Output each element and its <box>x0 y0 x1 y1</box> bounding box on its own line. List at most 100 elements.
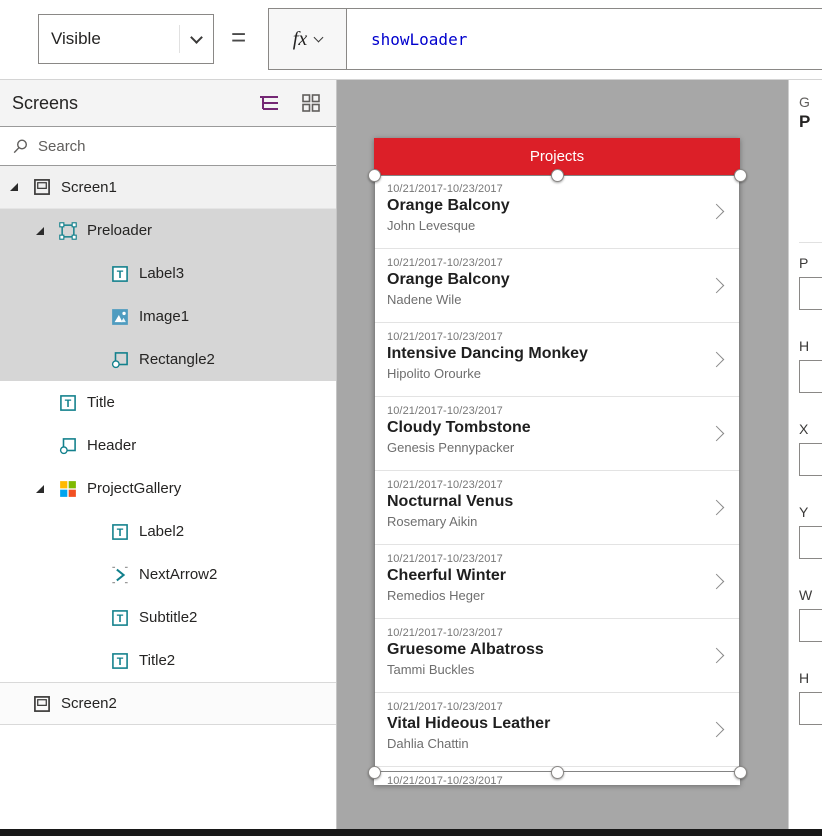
selection-handle[interactable] <box>368 766 381 779</box>
tree-row-label: Preloader <box>87 222 152 239</box>
gallery-item-date: 10/21/2017-10/23/2017 <box>387 479 696 491</box>
property-field-input[interactable] <box>799 443 822 476</box>
chevron-down-icon <box>190 31 203 44</box>
selection-handle[interactable] <box>368 169 381 182</box>
property-field-input[interactable] <box>799 277 822 310</box>
properties-panel-title: P <box>799 112 810 132</box>
tree-row[interactable]: NextArrow2 <box>0 553 336 596</box>
chevron-right-icon[interactable] <box>709 722 725 738</box>
expand-triangle-icon[interactable] <box>36 227 58 235</box>
gallery-icon <box>58 479 77 498</box>
property-dropdown-value: Visible <box>51 29 101 49</box>
search-input[interactable] <box>38 138 324 155</box>
chevron-right-icon[interactable] <box>709 574 725 590</box>
design-canvas[interactable]: Projects 10/21/2017-10/23/2017 Orange Ba… <box>337 80 788 829</box>
gallery-item-title: Gruesome Albatross <box>387 641 696 659</box>
selection-handle[interactable] <box>734 766 747 779</box>
image-icon <box>110 307 129 326</box>
gallery-item-date: 10/21/2017-10/23/2017 <box>387 331 696 343</box>
tree-row[interactable]: ProjectGallery <box>0 467 336 510</box>
chevron-right-icon[interactable] <box>709 426 725 442</box>
project-gallery[interactable]: 10/21/2017-10/23/2017 Orange Balcony Joh… <box>374 175 740 785</box>
gallery-item-subtitle: Rosemary Aikin <box>387 514 696 529</box>
gallery-item-title: Orange Balcony <box>387 271 696 289</box>
property-field-input[interactable] <box>799 692 822 725</box>
property-field: H <box>799 338 822 393</box>
expand-triangle-icon[interactable] <box>10 183 32 191</box>
property-field-label: W <box>799 587 822 603</box>
app-screen-preview: Projects 10/21/2017-10/23/2017 Orange Ba… <box>374 138 740 785</box>
property-dropdown[interactable]: Visible <box>38 14 214 64</box>
gallery-item-date: 10/21/2017-10/23/2017 <box>387 257 696 269</box>
gallery-item-date: 10/21/2017-10/23/2017 <box>387 775 696 785</box>
tree-row[interactable]: Screen1 <box>0 166 336 209</box>
property-field: X <box>799 421 822 476</box>
tree-row-label: Subtitle2 <box>139 609 197 626</box>
screens-panel: Screens Screen1 Preloader <box>0 80 337 829</box>
gallery-item-subtitle: Genesis Pennypacker <box>387 440 696 455</box>
expand-triangle-icon[interactable] <box>36 485 58 493</box>
tree-row[interactable]: Rectangle2 <box>0 338 336 381</box>
tree-row[interactable]: T Title2 <box>0 639 336 682</box>
svg-text:T: T <box>116 613 123 625</box>
tree-row-label: Image1 <box>139 308 189 325</box>
panel-divider <box>799 242 822 243</box>
tree-row[interactable]: Screen2 <box>0 682 336 725</box>
formula-input[interactable]: showLoader <box>347 9 822 69</box>
property-field-input[interactable] <box>799 360 822 393</box>
tree-row[interactable]: T Label2 <box>0 510 336 553</box>
gallery-item-title: Cloudy Tombstone <box>387 419 696 437</box>
tree-row[interactable]: Preloader <box>0 209 336 252</box>
dropdown-separator <box>179 25 180 53</box>
fx-dropdown[interactable]: fx <box>269 9 347 69</box>
gallery-item[interactable]: 10/21/2017-10/23/2017 Nocturnal Venus Ro… <box>374 471 740 545</box>
property-field-label: H <box>799 338 822 354</box>
property-field-label: Y <box>799 504 822 520</box>
screens-panel-header: Screens <box>0 80 336 126</box>
gallery-item[interactable]: 10/21/2017-10/23/2017 Cheerful Winter Re… <box>374 545 740 619</box>
property-field-input[interactable] <box>799 526 822 559</box>
gallery-item-title: Orange Balcony <box>387 197 696 215</box>
gallery-item[interactable]: 10/21/2017-10/23/2017 Intensive Dancing … <box>374 323 740 397</box>
gallery-item-title: Nocturnal Venus <box>387 493 696 511</box>
tree-row[interactable]: Image1 <box>0 295 336 338</box>
tree-view-icon[interactable] <box>256 91 282 115</box>
tree-row[interactable]: T Subtitle2 <box>0 596 336 639</box>
tree-row[interactable]: T Title <box>0 381 336 424</box>
grid-view-icon[interactable] <box>298 91 324 115</box>
chevron-right-icon[interactable] <box>709 278 725 294</box>
tree-row[interactable]: T Label3 <box>0 252 336 295</box>
gallery-item[interactable]: 10/21/2017-10/23/2017 Vital Hideous Leat… <box>374 693 740 767</box>
properties-panel: G P P H X Y W H <box>788 80 822 829</box>
svg-text:T: T <box>116 656 123 668</box>
chevron-right-icon[interactable] <box>709 204 725 220</box>
chevron-right-icon[interactable] <box>709 352 725 368</box>
property-field: P <box>799 255 822 310</box>
screens-panel-title: Screens <box>12 93 78 114</box>
chevron-right-icon[interactable] <box>709 500 725 516</box>
bottom-bar <box>0 829 822 836</box>
gallery-item[interactable]: 10/21/2017-10/23/2017 Orange Balcony Joh… <box>374 175 740 249</box>
gallery-item-title: Vital Hideous Leather <box>387 715 696 733</box>
selection-handle[interactable] <box>551 766 564 779</box>
gallery-item[interactable]: 10/21/2017-10/23/2017 Gruesome Albatross… <box>374 619 740 693</box>
screen-icon <box>32 694 51 713</box>
tree-row-label: Screen1 <box>61 179 117 196</box>
selection-handle[interactable] <box>734 169 747 182</box>
selection-handle[interactable] <box>551 169 564 182</box>
gallery-item-subtitle: Remedios Heger <box>387 588 696 603</box>
tree-row[interactable]: Header <box>0 424 336 467</box>
property-field-input[interactable] <box>799 609 822 642</box>
gallery-item[interactable]: 10/21/2017-10/23/2017 Orange Balcony Nad… <box>374 249 740 323</box>
label-icon: T <box>110 264 129 283</box>
property-field: H <box>799 670 822 725</box>
gallery-item-date: 10/21/2017-10/23/2017 <box>387 553 696 565</box>
tree-row-label: Header <box>87 437 136 454</box>
property-field-label: P <box>799 255 822 271</box>
chevron-right-icon[interactable] <box>709 648 725 664</box>
gallery-item[interactable]: 10/21/2017-10/23/2017 Cloudy Tombstone G… <box>374 397 740 471</box>
search-icon <box>12 138 29 155</box>
formula-input-group: fx showLoader <box>268 8 822 70</box>
gallery-item-subtitle: Tammi Buckles <box>387 662 696 677</box>
tree-row-label: Title2 <box>139 652 175 669</box>
